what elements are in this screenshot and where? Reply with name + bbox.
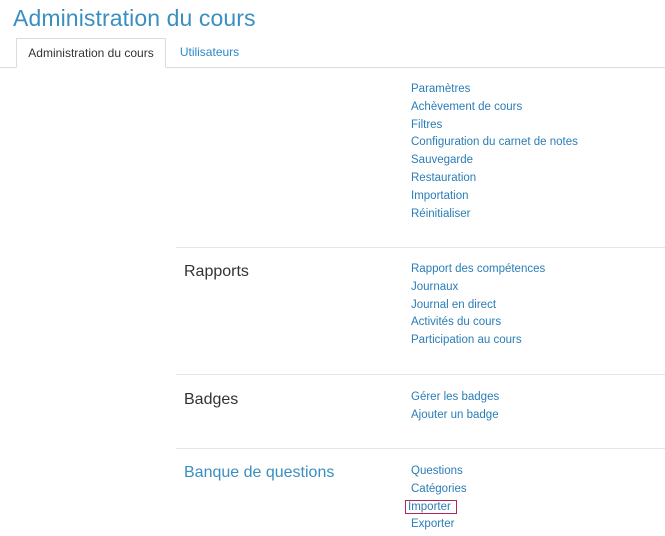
link-filtres[interactable]: Filtres bbox=[411, 117, 578, 135]
link-journaux[interactable]: Journaux bbox=[411, 279, 545, 297]
badges-title: Badges bbox=[184, 391, 239, 408]
section-divider bbox=[176, 374, 665, 375]
link-achevement[interactable]: Achèvement de cours bbox=[411, 99, 578, 117]
tab-course-administration[interactable]: Administration du cours bbox=[16, 38, 166, 68]
link-restauration[interactable]: Restauration bbox=[411, 170, 578, 188]
link-reinitialiser[interactable]: Réinitialiser bbox=[411, 206, 578, 224]
link-journal-direct[interactable]: Journal en direct bbox=[411, 297, 545, 315]
link-importer[interactable]: Importer bbox=[405, 499, 467, 517]
question-bank-title[interactable]: Banque de questions bbox=[184, 464, 334, 482]
link-participation[interactable]: Participation au cours bbox=[411, 332, 545, 350]
course-links: Paramètres Achèvement de cours Filtres C… bbox=[411, 81, 578, 223]
section-divider bbox=[176, 448, 665, 449]
link-questions[interactable]: Questions bbox=[411, 463, 467, 481]
tab-bar: Administration du cours Utilisateurs bbox=[0, 38, 665, 68]
section-divider bbox=[176, 247, 665, 248]
tab-users[interactable]: Utilisateurs bbox=[172, 38, 247, 67]
reports-title: Rapports bbox=[184, 263, 249, 280]
link-importation[interactable]: Importation bbox=[411, 188, 578, 206]
page-title: Administration du cours bbox=[13, 5, 256, 31]
importer-highlight: Importer bbox=[405, 499, 457, 514]
link-carnet-notes[interactable]: Configuration du carnet de notes bbox=[411, 134, 578, 152]
link-sauvegarde[interactable]: Sauvegarde bbox=[411, 152, 578, 170]
reports-links: Rapport des compétences Journaux Journal… bbox=[411, 261, 545, 350]
link-rapport-competences[interactable]: Rapport des compétences bbox=[411, 261, 545, 279]
link-gerer-badges[interactable]: Gérer les badges bbox=[411, 389, 499, 407]
link-parametres[interactable]: Paramètres bbox=[411, 81, 578, 99]
link-exporter[interactable]: Exporter bbox=[411, 516, 467, 534]
question-bank-links: Questions Catégories Importer Exporter bbox=[405, 463, 467, 534]
link-categories[interactable]: Catégories bbox=[411, 481, 467, 499]
link-activites-cours[interactable]: Activités du cours bbox=[411, 314, 545, 332]
link-ajouter-badge[interactable]: Ajouter un badge bbox=[411, 407, 499, 425]
badges-links: Gérer les badges Ajouter un badge bbox=[411, 389, 499, 425]
